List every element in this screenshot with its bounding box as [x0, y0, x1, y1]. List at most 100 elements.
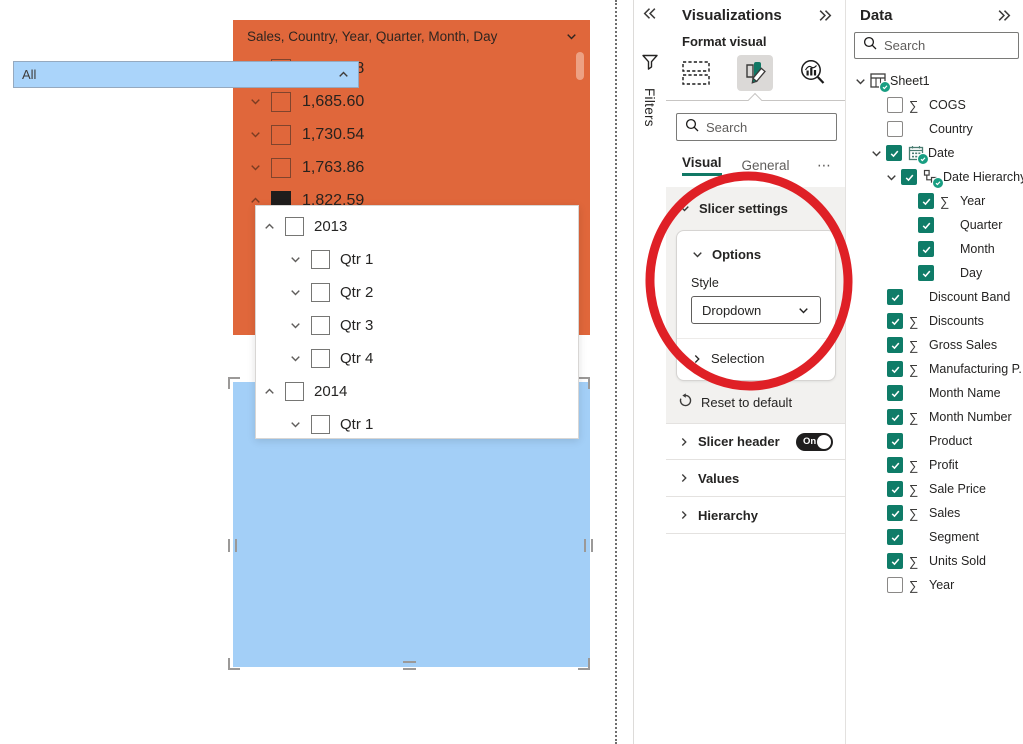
chevron-down-icon[interactable]	[289, 418, 302, 431]
slicer-header-bar[interactable]: Sales, Country, Year, Quarter, Month, Da…	[233, 20, 590, 52]
field-checkbox[interactable]	[887, 433, 903, 449]
chevron-down-icon[interactable]	[854, 75, 867, 88]
field-checkbox[interactable]	[886, 145, 902, 161]
reset-to-default-button[interactable]: Reset to default	[678, 393, 845, 411]
item-checkbox[interactable]	[271, 125, 291, 145]
item-checkbox[interactable]	[311, 283, 330, 302]
field-row-quarter[interactable]: Quarter	[846, 213, 1023, 237]
tab-visual[interactable]: Visual	[682, 155, 722, 176]
subsection-options[interactable]: Options	[677, 245, 835, 262]
dropdown-list-item[interactable]: 2013	[256, 210, 578, 243]
field-row-gross-sales[interactable]: ∑Gross Sales	[846, 333, 1023, 357]
section-slicer-header[interactable]: Slicer header On	[666, 423, 845, 460]
subsection-selection[interactable]: Selection	[677, 339, 835, 380]
selection-handle-mid-right[interactable]	[584, 539, 593, 552]
field-checkbox[interactable]	[918, 241, 934, 257]
chevron-down-icon[interactable]	[249, 128, 262, 141]
selection-handle-bottom-left[interactable]	[228, 658, 240, 670]
chevron-up-icon[interactable]	[263, 220, 276, 233]
field-checkbox[interactable]	[887, 97, 903, 113]
field-row-country[interactable]: Country	[846, 117, 1023, 141]
field-row-sales[interactable]: ∑Sales	[846, 501, 1023, 525]
field-checkbox[interactable]	[887, 289, 903, 305]
filters-rail[interactable]: Filters	[633, 0, 667, 744]
field-row-month-name[interactable]: Month Name	[846, 381, 1023, 405]
field-row-sale-price[interactable]: ∑Sale Price	[846, 477, 1023, 501]
field-row-cogs[interactable]: ∑COGS	[846, 93, 1023, 117]
item-checkbox[interactable]	[311, 316, 330, 335]
slicer-dropdown-popup[interactable]: 2013Qtr 1Qtr 2Qtr 3Qtr 42014Qtr 1	[255, 205, 579, 439]
slicer-item[interactable]: 1,763.86	[233, 151, 590, 184]
field-row-product[interactable]: Product	[846, 429, 1023, 453]
item-checkbox[interactable]	[271, 158, 291, 178]
field-checkbox[interactable]	[887, 313, 903, 329]
dropdown-slicer-field[interactable]: All	[13, 61, 359, 88]
slicer-header-toggle[interactable]: On	[796, 433, 833, 451]
dropdown-list-item[interactable]: 2014	[256, 375, 578, 408]
field-row-year[interactable]: ∑Year	[846, 573, 1023, 597]
chevron-up-icon[interactable]	[337, 68, 350, 81]
field-checkbox[interactable]	[918, 217, 934, 233]
field-checkbox[interactable]	[887, 385, 903, 401]
field-checkbox[interactable]	[887, 505, 903, 521]
field-row-sheet1[interactable]: Sheet1	[846, 69, 1023, 93]
section-hierarchy[interactable]: Hierarchy	[666, 497, 845, 534]
section-values[interactable]: Values	[666, 460, 845, 497]
collapse-left-icon[interactable]	[642, 7, 657, 20]
item-checkbox[interactable]	[271, 92, 291, 112]
slicer-item[interactable]: 1,685.60	[233, 85, 590, 118]
selection-handle-bottom-middle[interactable]	[403, 661, 416, 670]
chevron-down-icon[interactable]	[870, 147, 883, 160]
chevron-down-icon[interactable]	[565, 30, 578, 43]
chevron-down-icon[interactable]	[249, 161, 262, 174]
field-row-date-hierarchy[interactable]: Date Hierarchy	[846, 165, 1023, 189]
field-checkbox[interactable]	[887, 457, 903, 473]
analytics-icon[interactable]	[795, 55, 831, 91]
chevron-down-icon[interactable]	[289, 319, 302, 332]
field-checkbox[interactable]	[887, 337, 903, 353]
selection-handle-top-left[interactable]	[228, 377, 240, 389]
dropdown-list-item[interactable]: Qtr 1	[256, 243, 578, 276]
tab-overflow-menu[interactable]: ⋯	[817, 157, 833, 174]
report-canvas[interactable]: Sales, Country, Year, Quarter, Month, Da…	[0, 0, 615, 744]
field-checkbox[interactable]	[887, 409, 903, 425]
field-row-day[interactable]: Day	[846, 261, 1023, 285]
field-checkbox[interactable]	[887, 361, 903, 377]
item-checkbox[interactable]	[311, 349, 330, 368]
field-row-manufacturing-p-[interactable]: ∑Manufacturing P...	[846, 357, 1023, 381]
selection-handle-top-right[interactable]	[578, 377, 590, 389]
chevron-down-icon[interactable]	[249, 95, 262, 108]
selection-handle-mid-left[interactable]	[228, 539, 237, 552]
tab-general[interactable]: General	[742, 158, 790, 173]
chevron-down-icon[interactable]	[289, 286, 302, 299]
field-checkbox[interactable]	[887, 577, 903, 593]
chevron-down-icon[interactable]	[885, 171, 898, 184]
chevron-down-icon[interactable]	[289, 253, 302, 266]
section-slicer-settings[interactable]: Slicer settings	[666, 195, 845, 222]
collapse-right-icon[interactable]	[818, 9, 833, 22]
slicer-item[interactable]: 1,730.54	[233, 118, 590, 151]
field-checkbox[interactable]	[887, 121, 903, 137]
field-checkbox[interactable]	[918, 265, 934, 281]
slicer-scrollbar-thumb[interactable]	[576, 52, 584, 80]
data-search-input[interactable]: Search	[854, 32, 1019, 59]
item-checkbox[interactable]	[311, 415, 330, 434]
build-visual-icon[interactable]	[678, 55, 714, 91]
field-checkbox[interactable]	[918, 193, 934, 209]
item-checkbox[interactable]	[285, 382, 304, 401]
field-row-profit[interactable]: ∑Profit	[846, 453, 1023, 477]
collapse-right-icon[interactable]	[997, 9, 1012, 22]
field-row-segment[interactable]: Segment	[846, 525, 1023, 549]
dropdown-list-item[interactable]: Qtr 3	[256, 309, 578, 342]
field-row-year[interactable]: ∑Year	[846, 189, 1023, 213]
selection-handle-bottom-right[interactable]	[578, 658, 590, 670]
field-row-date[interactable]: Date	[846, 141, 1023, 165]
dropdown-list-item[interactable]: Qtr 2	[256, 276, 578, 309]
field-row-month[interactable]: Month	[846, 237, 1023, 261]
field-row-month-number[interactable]: ∑Month Number	[846, 405, 1023, 429]
style-dropdown[interactable]: Dropdown	[691, 296, 821, 324]
chevron-down-icon[interactable]	[289, 352, 302, 365]
dropdown-list-item[interactable]: Qtr 1	[256, 408, 578, 441]
dropdown-list-item[interactable]: Qtr 4	[256, 342, 578, 375]
item-checkbox[interactable]	[311, 250, 330, 269]
